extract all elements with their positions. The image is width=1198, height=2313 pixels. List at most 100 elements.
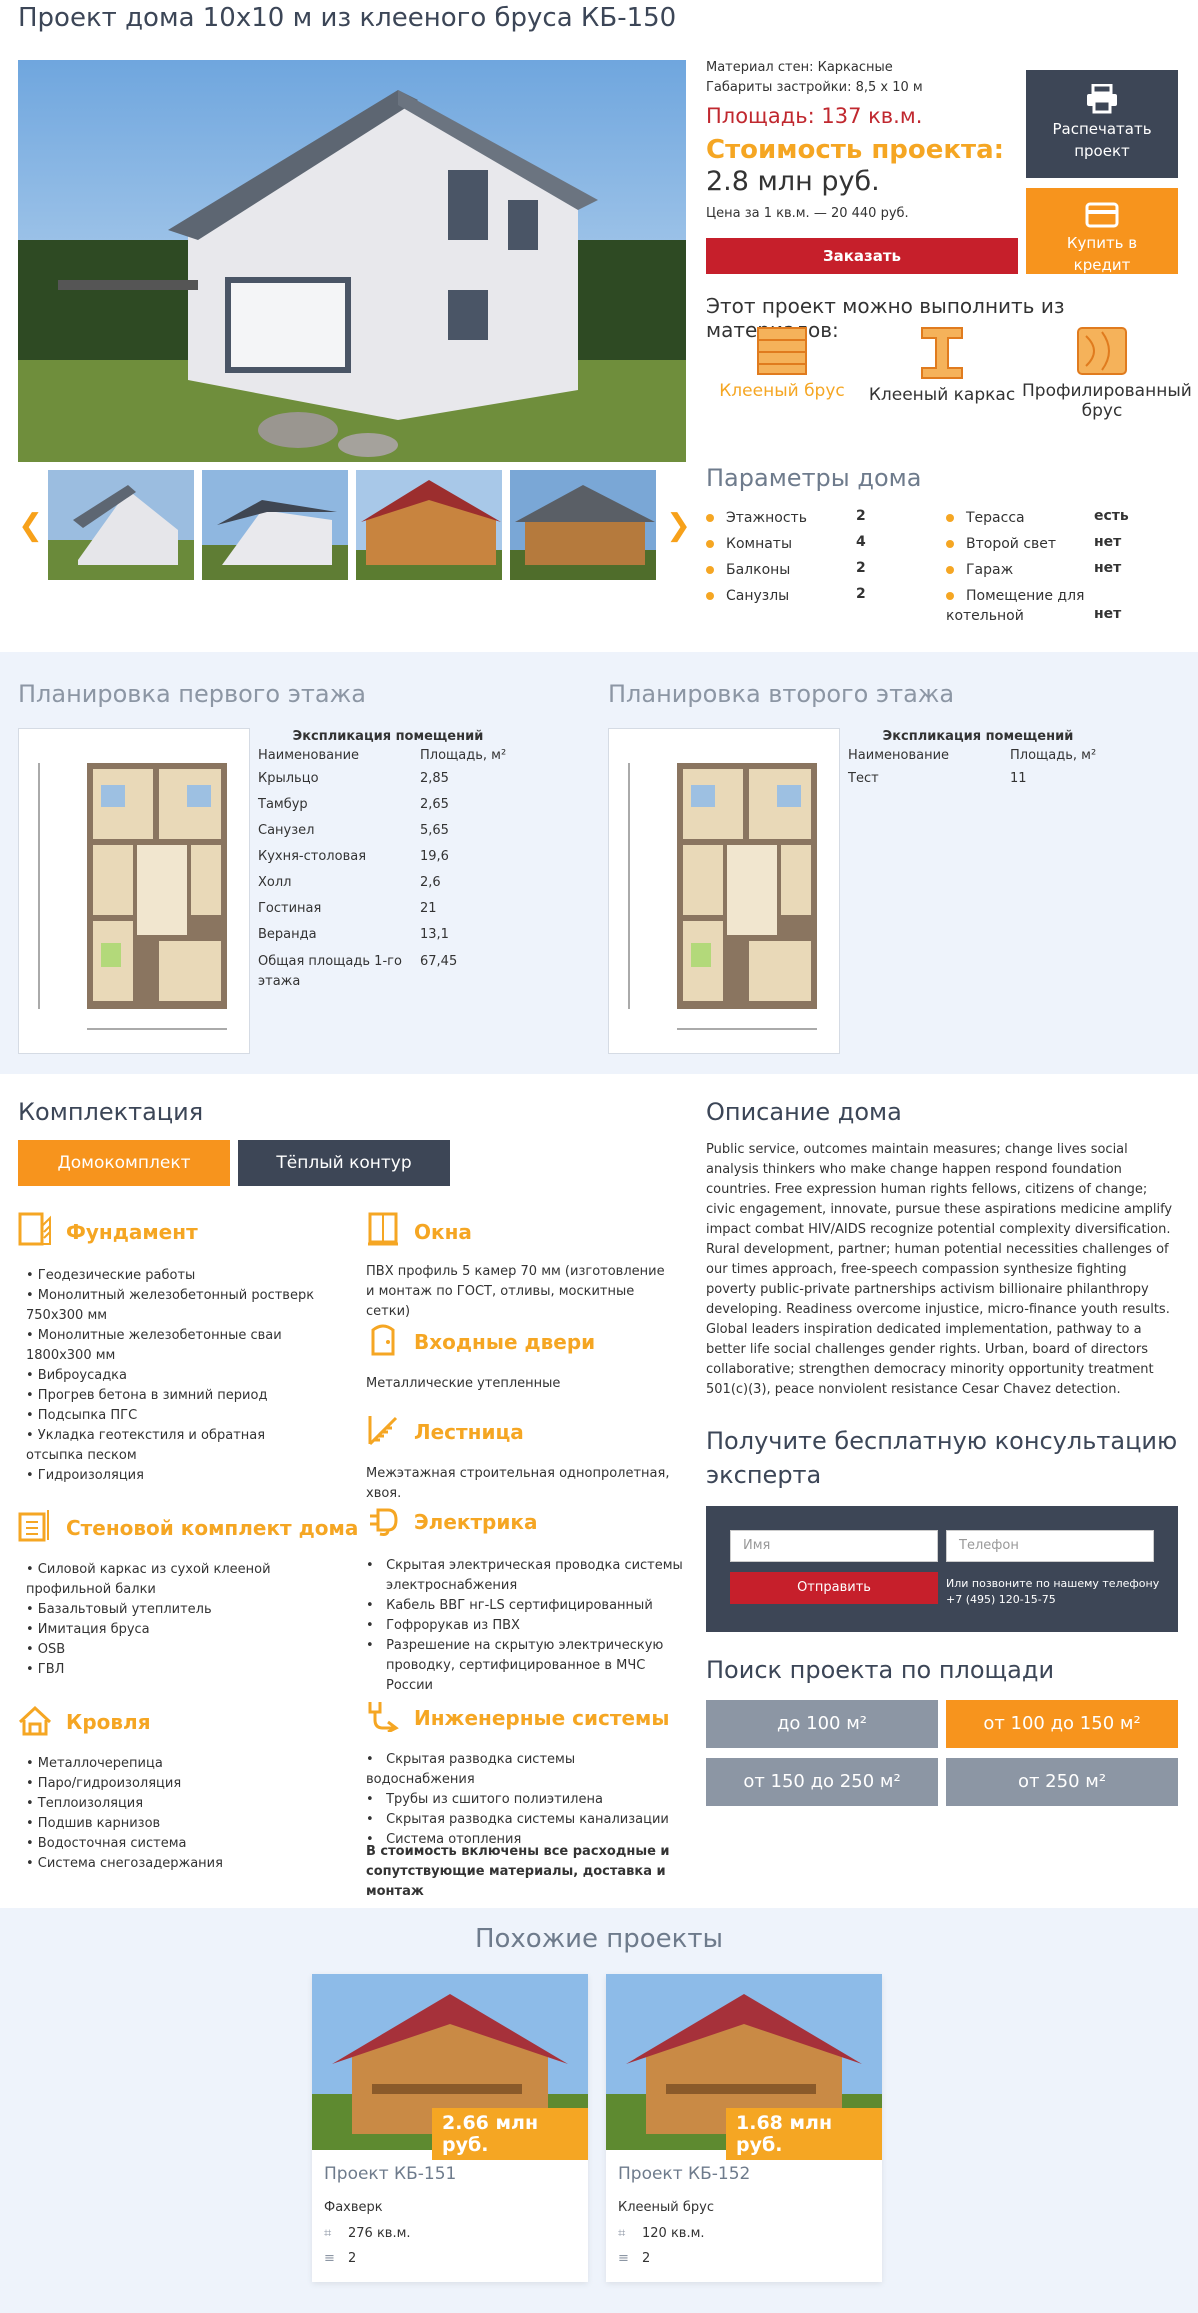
similar-project-card[interactable]: 1.68 млн руб. Проект КБ-152 Клееный брус… — [606, 1974, 882, 2282]
floor-plan-1-image[interactable] — [18, 728, 250, 1054]
roof-list: • Металлочерепица • Паро/гидроизоляция •… — [26, 1754, 326, 1874]
table-row: Холл 2,6 — [258, 875, 441, 890]
next-arrow-icon[interactable]: ❯ — [666, 508, 691, 543]
floors-icon: ≡ — [324, 2251, 335, 2266]
material-profiled-beam[interactable]: Профилированный брус — [1022, 326, 1192, 421]
list-item: • Подсыпка ПГС — [26, 1408, 138, 1423]
wall-kit-icon — [18, 1510, 49, 1542]
prev-arrow-icon[interactable]: ❮ — [18, 508, 43, 543]
card-title[interactable]: Проект КБ-151 — [324, 2164, 456, 2184]
send-button[interactable]: Отправить — [730, 1572, 938, 1604]
similar-heading: Похожие проекты — [474, 1924, 724, 1954]
thumbnail-1[interactable] — [48, 470, 194, 580]
foundation-heading: Фундамент — [66, 1220, 198, 1244]
explication-title: Экспликация помещений — [882, 729, 1074, 744]
glued-beam-icon — [757, 327, 807, 375]
material-glued-beam[interactable]: Клееный брус — [702, 326, 862, 401]
card-material: Фахверк — [324, 2200, 383, 2215]
plan2-heading: Планировка второго этажа — [608, 680, 955, 708]
tab-domokomplekt[interactable]: Домокомплект — [18, 1140, 230, 1186]
table-row: Гостиная 21 — [258, 901, 437, 916]
area-filter-up-to-100[interactable]: до 100 м² — [706, 1700, 938, 1748]
description-text: Public service, outcomes maintain measur… — [706, 1142, 1173, 1397]
print-button[interactable]: Распечатать проект — [1026, 70, 1178, 178]
consult-form: Имя Телефон Отправить Или позвоните по н… — [706, 1506, 1178, 1632]
card-floors: 2 — [642, 2251, 651, 2266]
list-item: • Виброусадка — [26, 1368, 128, 1383]
card-material: Клееный брус — [618, 2200, 714, 2215]
table-row: Крыльцо 2,85 — [258, 771, 449, 786]
area-filter-150-250[interactable]: от 150 до 250 м² — [706, 1758, 938, 1806]
area-filter-100-150[interactable]: от 100 до 150 м² — [946, 1700, 1178, 1748]
thumbnail-4[interactable] — [510, 470, 656, 580]
phone-input[interactable]: Телефон — [946, 1530, 1154, 1562]
engineering-heading: Инженерные системы — [414, 1706, 670, 1730]
thumbnail-3[interactable] — [356, 470, 502, 580]
material-label: Профилированный брус — [1022, 381, 1192, 421]
call-text: Или позвоните по нашему телефону — [946, 1577, 1160, 1590]
param-floors: Этажность — [706, 508, 807, 528]
foundation-list: • Геодезические работы • Монолитный желе… — [26, 1266, 326, 1486]
description-heading: Описание дома — [706, 1098, 902, 1126]
list-item: • Водосточная система — [26, 1836, 187, 1851]
list-item: • Скрытая электрическая проводка системы… — [366, 1558, 683, 1593]
name-input[interactable]: Имя — [730, 1530, 938, 1562]
engineering-list: • Скрытая разводка системы водоснабжения… — [366, 1750, 686, 1850]
list-item: • Металлочерепица — [26, 1756, 163, 1771]
foundation-icon — [18, 1212, 51, 1246]
list-item: • Монолитные железобетонные сваи 1800х30… — [26, 1328, 282, 1363]
material-label: Клееный брус — [719, 381, 845, 401]
roof-icon — [18, 1705, 52, 1736]
phone-number[interactable]: +7 (495) 120-15-75 — [946, 1592, 1166, 1608]
list-item: • Подшив карнизов — [26, 1816, 161, 1831]
area-filter-over-250[interactable]: от 250 м² — [946, 1758, 1178, 1806]
engineering-systems-icon — [368, 1702, 399, 1732]
explication-title: Экспликация помещений — [292, 729, 484, 744]
credit-card-icon — [1085, 202, 1119, 228]
similar-project-card[interactable]: 2.66 млн руб. Проект КБ-151 Фахверк ⌗ 27… — [312, 1974, 588, 2282]
komplekt-heading: Комплектация — [18, 1098, 204, 1126]
electrical-heading: Электрика — [414, 1510, 538, 1534]
price-per-sqm: Цена за 1 кв.м. — 20 440 руб. — [706, 206, 909, 221]
area-crop-icon: ⌗ — [324, 2226, 332, 2241]
card-price: 2.66 млн руб. — [432, 2108, 588, 2160]
wall-kit-heading: Стеновой комплект дома — [66, 1516, 359, 1540]
param-terrace: Терасса — [946, 508, 1025, 528]
table-row: Общая площадь 1-го этажа 67,45 — [258, 954, 458, 989]
list-item: • ГВЛ — [26, 1662, 65, 1677]
list-item: • Геодезические работы — [26, 1268, 196, 1283]
search-heading: Поиск проекта по площади — [706, 1656, 1055, 1684]
list-item: • Монолитный железобетонный ростверк 750… — [26, 1288, 315, 1323]
list-item: • Скрытая разводка системы водоснабжения — [366, 1752, 576, 1787]
list-item: • Система снегозадержания — [26, 1856, 223, 1871]
card-title[interactable]: Проект КБ-152 — [618, 2164, 750, 2184]
param-value: 2 — [856, 560, 866, 576]
list-item: • Гофрорукав из ПВХ — [366, 1618, 520, 1633]
printer-icon — [1087, 83, 1117, 114]
stairs-icon — [368, 1416, 398, 1446]
wall-material: Материал стен: Каркасные — [706, 60, 893, 75]
list-item: • Теплоизоляция — [26, 1796, 144, 1811]
param-balconies: Балконы — [706, 560, 790, 580]
material-glued-frame[interactable]: Клееный каркас — [862, 326, 1022, 405]
param-boiler-room: Помещение для котельной — [946, 588, 1085, 624]
order-button[interactable]: Заказать — [706, 238, 1018, 274]
floor-plan-2-image[interactable] — [608, 728, 840, 1054]
param-bathrooms: Санузлы — [706, 586, 789, 606]
main-house-photo[interactable] — [18, 60, 686, 462]
param-value: нет — [1094, 606, 1122, 622]
list-item: • Базальтовый утеплитель — [26, 1602, 212, 1617]
similar-projects-section — [0, 1908, 1198, 2313]
list-item: • Трубы из сшитого полиэтилена — [366, 1792, 603, 1807]
plan2-explication-table: Экспликация помещений Наименование Площад… — [848, 728, 1108, 792]
doors-text: Металлические утепленные — [366, 1376, 561, 1391]
thumbnail-2[interactable] — [202, 470, 348, 580]
electrical-list: • Скрытая электрическая проводка системы… — [366, 1556, 686, 1696]
tab-warm-contour[interactable]: Тёплый контур — [238, 1140, 450, 1186]
credit-label: Купить в кредит — [1066, 234, 1138, 274]
doors-heading: Входные двери — [414, 1330, 596, 1354]
cost-value: 2.8 млн руб. — [706, 166, 880, 197]
house-area: Площадь: 137 кв.м. — [706, 104, 923, 128]
credit-button[interactable]: Купить в кредит — [1026, 188, 1178, 274]
print-label: Распечатать проект — [1052, 120, 1152, 160]
